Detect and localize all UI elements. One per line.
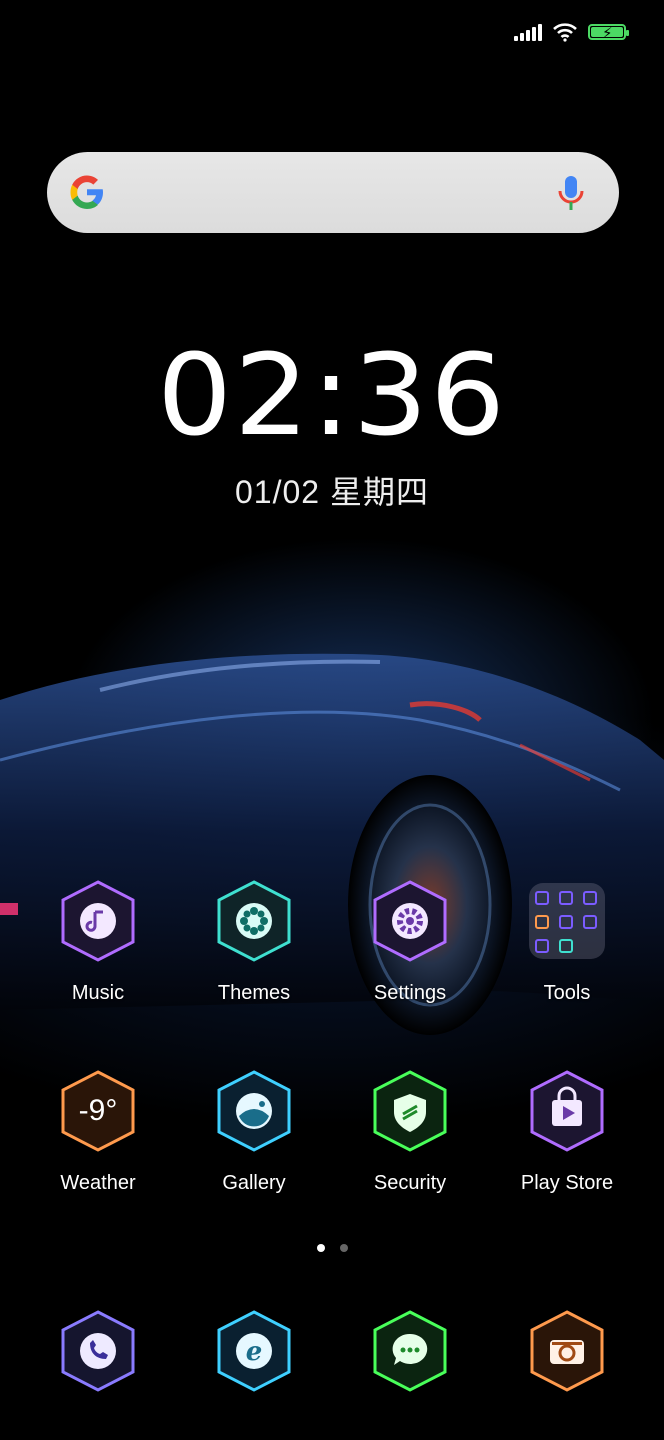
dock-camera[interactable] bbox=[489, 1310, 645, 1392]
weather-temperature: -9° bbox=[78, 1094, 118, 1127]
play-store-icon bbox=[528, 1070, 606, 1152]
app-label: Tools bbox=[543, 982, 591, 1004]
dock-phone[interactable] bbox=[20, 1310, 176, 1392]
app-label: Weather bbox=[60, 1172, 136, 1194]
app-settings[interactable]: Settings bbox=[332, 880, 488, 1005]
clock-time[interactable]: 02:36 bbox=[0, 333, 664, 457]
google-g-icon bbox=[70, 175, 103, 209]
google-search-bar[interactable] bbox=[47, 152, 619, 233]
browser-icon: e bbox=[215, 1310, 293, 1392]
dock-browser[interactable]: e bbox=[176, 1310, 332, 1392]
app-label: Music bbox=[71, 982, 125, 1004]
phone-icon bbox=[59, 1310, 137, 1392]
gear-icon bbox=[371, 880, 449, 962]
page-dot-2[interactable] bbox=[339, 1244, 348, 1252]
app-music[interactable]: Music bbox=[20, 880, 176, 1005]
battery-charging-icon: ⚡ bbox=[588, 24, 629, 42]
svg-text:e: e bbox=[246, 1337, 263, 1367]
gallery-icon bbox=[215, 1070, 293, 1152]
app-label: Themes bbox=[217, 982, 291, 1004]
page-dot-1[interactable] bbox=[316, 1244, 325, 1252]
clock-date: 01/02 星期四 bbox=[235, 474, 429, 510]
shield-icon bbox=[371, 1070, 449, 1152]
messages-icon bbox=[371, 1310, 449, 1392]
music-note-icon bbox=[59, 880, 137, 962]
folder-tools[interactable]: Tools bbox=[489, 880, 645, 1005]
dock-messages[interactable] bbox=[332, 1310, 488, 1392]
status-bar: ⚡ bbox=[514, 18, 629, 46]
camera-icon bbox=[528, 1310, 606, 1392]
microphone-icon[interactable] bbox=[555, 174, 587, 212]
signal-bars-icon bbox=[514, 23, 542, 41]
app-weather[interactable]: -9° Weather bbox=[20, 1070, 176, 1195]
app-label: Gallery bbox=[222, 1172, 286, 1194]
app-label: Security bbox=[373, 1172, 447, 1194]
weather-temperature-icon: -9° bbox=[59, 1070, 137, 1152]
app-label: Play Store bbox=[520, 1172, 614, 1194]
wifi-icon bbox=[553, 23, 577, 42]
page-indicator[interactable] bbox=[0, 1244, 664, 1252]
folder-icon bbox=[529, 883, 605, 959]
flower-icon bbox=[215, 880, 293, 962]
app-themes[interactable]: Themes bbox=[176, 880, 332, 1005]
app-gallery[interactable]: Gallery bbox=[176, 1070, 332, 1195]
app-play-store[interactable]: Play Store bbox=[489, 1070, 645, 1195]
app-label: Settings bbox=[373, 982, 447, 1004]
app-security[interactable]: Security bbox=[332, 1070, 488, 1195]
